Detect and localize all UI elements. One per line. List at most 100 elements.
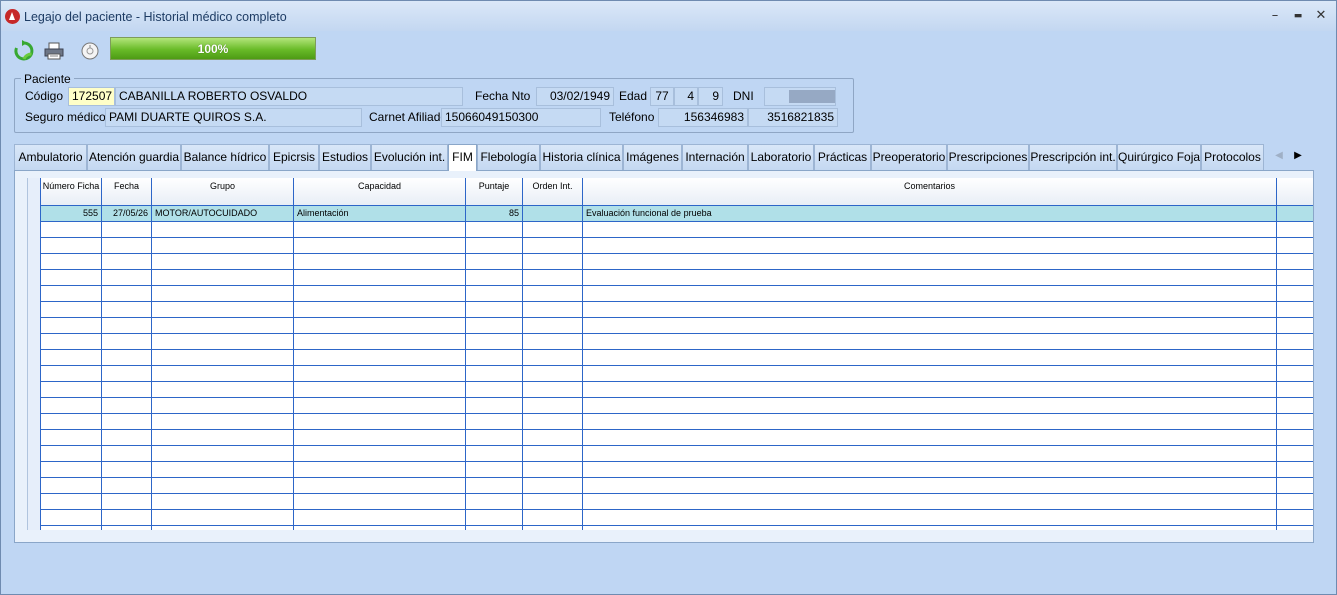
table-cell[interactable]: [102, 430, 152, 446]
table-cell[interactable]: [294, 462, 466, 478]
table-cell[interactable]: [523, 334, 583, 350]
table-cell[interactable]: [41, 414, 102, 430]
table-cell[interactable]: [466, 366, 523, 382]
table-cell[interactable]: [102, 318, 152, 334]
table-cell[interactable]: [466, 478, 523, 494]
table-cell[interactable]: [152, 478, 294, 494]
table-cell[interactable]: [466, 222, 523, 238]
table-row[interactable]: [28, 446, 1313, 462]
table-row[interactable]: [28, 414, 1313, 430]
table-row[interactable]: [28, 462, 1313, 478]
tab-protocolos[interactable]: Protocolos: [1201, 144, 1264, 170]
table-cell[interactable]: [294, 318, 466, 334]
table-cell[interactable]: [152, 494, 294, 510]
column-header[interactable]: Número Ficha: [41, 178, 102, 206]
edad-dias-field[interactable]: 9: [698, 87, 723, 106]
table-cell[interactable]: [466, 414, 523, 430]
table-cell[interactable]: [294, 430, 466, 446]
table-cell[interactable]: [466, 334, 523, 350]
table-cell[interactable]: [41, 366, 102, 382]
table-row[interactable]: [28, 286, 1313, 302]
row-indicator[interactable]: [28, 414, 41, 430]
table-cell[interactable]: [102, 222, 152, 238]
table-row[interactable]: [28, 398, 1313, 414]
table-row[interactable]: [28, 334, 1313, 350]
table-cell[interactable]: [41, 318, 102, 334]
table-cell[interactable]: [466, 462, 523, 478]
table-cell[interactable]: Alimentación: [294, 206, 466, 222]
tab-estudios[interactable]: Estudios: [319, 144, 371, 170]
table-cell[interactable]: [41, 526, 102, 530]
table-cell[interactable]: [523, 254, 583, 270]
table-cell[interactable]: [102, 334, 152, 350]
table-cell[interactable]: [523, 382, 583, 398]
table-cell[interactable]: [41, 510, 102, 526]
table-cell[interactable]: [152, 382, 294, 398]
row-indicator[interactable]: [28, 238, 41, 254]
tab-laboratorio[interactable]: Laboratorio: [748, 144, 814, 170]
table-cell[interactable]: [523, 478, 583, 494]
table-cell[interactable]: [294, 286, 466, 302]
table-cell[interactable]: [41, 398, 102, 414]
table-cell[interactable]: [152, 526, 294, 530]
column-header[interactable]: Grupo: [152, 178, 294, 206]
table-cell[interactable]: [523, 350, 583, 366]
table-cell[interactable]: [41, 462, 102, 478]
tab-quirurgico-foja[interactable]: Quirúrgico Foja: [1117, 144, 1201, 170]
table-cell[interactable]: [583, 366, 1277, 382]
table-cell[interactable]: [294, 526, 466, 530]
row-indicator[interactable]: [28, 286, 41, 302]
table-cell[interactable]: [41, 270, 102, 286]
table-cell[interactable]: [583, 238, 1277, 254]
table-cell[interactable]: [583, 286, 1277, 302]
seguro-field[interactable]: PAMI DUARTE QUIROS S.A.: [105, 108, 362, 127]
table-cell[interactable]: [294, 414, 466, 430]
table-row[interactable]: [28, 350, 1313, 366]
carnet-field[interactable]: 15066049150300: [441, 108, 601, 127]
row-indicator[interactable]: [28, 206, 41, 222]
table-row[interactable]: [28, 254, 1313, 270]
row-indicator[interactable]: [28, 446, 41, 462]
table-cell[interactable]: [583, 494, 1277, 510]
telefono-2-field[interactable]: 3516821835: [748, 108, 838, 127]
table-row[interactable]: [28, 494, 1313, 510]
table-cell[interactable]: [583, 478, 1277, 494]
row-indicator[interactable]: [28, 318, 41, 334]
table-cell[interactable]: [41, 382, 102, 398]
table-cell[interactable]: [523, 526, 583, 530]
table-cell[interactable]: [466, 302, 523, 318]
table-cell[interactable]: [523, 510, 583, 526]
table-cell[interactable]: [466, 398, 523, 414]
table-cell[interactable]: [152, 334, 294, 350]
column-header[interactable]: Fecha: [102, 178, 152, 206]
table-cell[interactable]: [152, 366, 294, 382]
table-cell[interactable]: [523, 430, 583, 446]
row-indicator[interactable]: [28, 270, 41, 286]
table-cell[interactable]: [152, 286, 294, 302]
row-indicator[interactable]: [28, 222, 41, 238]
table-cell[interactable]: [466, 430, 523, 446]
table-cell[interactable]: [102, 382, 152, 398]
row-indicator[interactable]: [28, 478, 41, 494]
row-indicator[interactable]: [28, 382, 41, 398]
table-cell[interactable]: Evaluación funcional de prueba: [583, 206, 1277, 222]
table-cell[interactable]: [152, 254, 294, 270]
filter-icon[interactable]: [80, 41, 100, 61]
table-cell[interactable]: [466, 446, 523, 462]
patient-name-field[interactable]: CABANILLA ROBERTO OSVALDO: [115, 87, 463, 106]
table-cell[interactable]: [294, 382, 466, 398]
table-cell[interactable]: [41, 222, 102, 238]
table-cell[interactable]: [466, 510, 523, 526]
table-cell[interactable]: [294, 222, 466, 238]
telefono-1-field[interactable]: 156346983: [658, 108, 748, 127]
row-indicator[interactable]: [28, 334, 41, 350]
table-cell[interactable]: [466, 238, 523, 254]
column-header[interactable]: Comentarios: [583, 178, 1277, 206]
edad-anios-field[interactable]: 77: [650, 87, 674, 106]
table-row[interactable]: [28, 318, 1313, 334]
close-button[interactable]: ✕: [1313, 8, 1329, 24]
table-cell[interactable]: [583, 318, 1277, 334]
tab-evolucion-int[interactable]: Evolución int.: [371, 144, 448, 170]
table-cell[interactable]: [583, 334, 1277, 350]
table-cell[interactable]: [152, 302, 294, 318]
